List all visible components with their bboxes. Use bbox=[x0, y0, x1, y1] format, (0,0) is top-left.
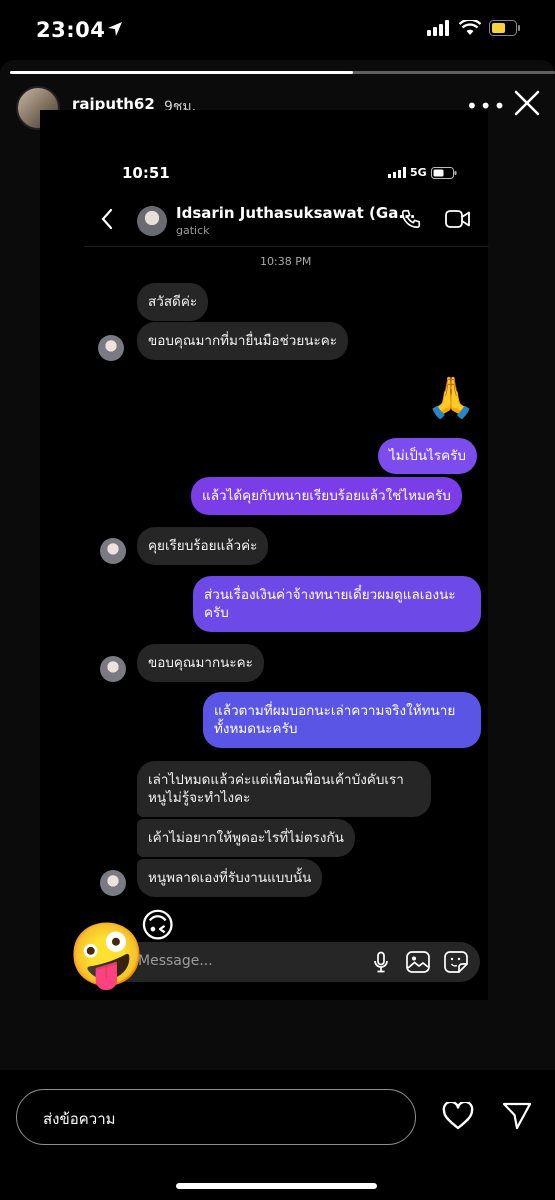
message-received[interactable]: หนูพลาดเองที่รับงานแบบนั้น bbox=[137, 859, 323, 897]
chat-name[interactable]: Idsarin Juthasuksawat (Ga... bbox=[176, 204, 415, 222]
message-received[interactable]: สวัสดีค่ะ bbox=[137, 283, 209, 321]
message-received[interactable]: เล่าไปหมดแล้วค่ะแต่เพื่อนเพื่อนเค้าบังคั… bbox=[137, 761, 431, 817]
back-arrow-icon[interactable] bbox=[100, 208, 114, 234]
embedded-status-time: 10:51 bbox=[122, 164, 170, 182]
embedded-battery-icon bbox=[430, 166, 457, 179]
battery-icon bbox=[489, 20, 521, 40]
message-received[interactable]: ขอบคุณมากนะคะ bbox=[137, 644, 264, 682]
embedded-signal-icon bbox=[388, 167, 406, 178]
chat-header: Idsarin Juthasuksawat (Ga... gatick bbox=[40, 196, 488, 246]
chat-handle: gatick bbox=[176, 224, 210, 237]
message-received[interactable]: ขอบคุณมากที่มายื่นมือช่วยนะคะ bbox=[137, 322, 349, 360]
message-sent[interactable]: แล้วตามที่ผมบอกนะเล่าความจริงให้ทนาย ทั้… bbox=[203, 692, 481, 748]
message-received[interactable]: คุยเรียบร้อยแล้วค่ะ bbox=[137, 527, 269, 565]
embedded-status-icons: 5G bbox=[388, 166, 457, 179]
sender-avatar bbox=[98, 335, 124, 361]
microphone-icon[interactable] bbox=[372, 951, 390, 977]
sticker-icon[interactable] bbox=[444, 951, 468, 977]
message-received[interactable]: เค้าไม่อยากให้พูดอะไรที่ไม่ตรงกัน bbox=[137, 819, 355, 857]
message-sent[interactable]: แล้วได้คุยกับทนายเรียบร้อยแล้วใช่ไหมครับ bbox=[191, 477, 462, 515]
wifi-icon bbox=[458, 18, 482, 40]
location-arrow-icon bbox=[106, 20, 124, 42]
heart-icon[interactable] bbox=[442, 1100, 474, 1134]
message-line: ทั้งหมดนะครับ bbox=[214, 721, 298, 737]
cellular-signal-icon bbox=[427, 20, 451, 40]
message-input-placeholder[interactable]: Message... bbox=[138, 953, 213, 969]
close-icon[interactable] bbox=[512, 88, 542, 122]
message-sent[interactable]: ไม่เป็นไรครับ bbox=[378, 438, 477, 474]
sender-avatar bbox=[100, 656, 126, 682]
phone-call-icon[interactable] bbox=[400, 208, 422, 234]
embedded-network-label: 5G bbox=[410, 166, 427, 179]
chat-date-label: 10:38 PM bbox=[260, 255, 312, 268]
message-composer[interactable]: Message... bbox=[90, 942, 480, 982]
header-divider bbox=[84, 246, 489, 247]
message-line: แล้วตามที่ผมบอกนะเล่าความจริงให้ทนาย bbox=[214, 703, 456, 719]
message-line: หนูไม่รู้จะทำไงคะ bbox=[148, 790, 251, 806]
status-time: 23:04 bbox=[36, 18, 106, 42]
video-call-icon[interactable] bbox=[445, 209, 471, 233]
embedded-screenshot: 10:51 5G Idsarin Juthasuksawat (Ga... ga… bbox=[40, 110, 489, 1000]
sender-avatar bbox=[100, 538, 126, 564]
message-sent[interactable]: ส่วนเรื่องเงินค่าจ้างทนายเดี๋ยวผมดูแลเอง… bbox=[193, 576, 481, 632]
story-sticker-emoji: 🤪 bbox=[68, 918, 146, 991]
story-progress-fill bbox=[10, 71, 354, 74]
chat-avatar[interactable] bbox=[137, 206, 167, 236]
message-line: ส่วนเรื่องเงินค่าจ้างทนายเดี๋ยวผมดูแลเอง… bbox=[204, 587, 456, 603]
story-progress-bar bbox=[10, 71, 555, 74]
reply-placeholder[interactable]: ส่งข้อความ bbox=[43, 1107, 116, 1131]
message-line: เล่าไปหมดแล้วค่ะแต่เพื่อนเพื่อนเค้าบังคั… bbox=[148, 772, 404, 788]
gallery-icon[interactable] bbox=[406, 951, 430, 977]
send-icon[interactable] bbox=[502, 1102, 532, 1134]
home-indicator bbox=[176, 1183, 377, 1189]
message-received-emoji[interactable]: 🙃 bbox=[140, 906, 175, 944]
status-icons bbox=[427, 18, 521, 40]
message-line: ครับ bbox=[204, 605, 229, 621]
reply-input[interactable]: ส่งข้อความ bbox=[16, 1089, 416, 1145]
message-sent-emoji[interactable]: 🙏 bbox=[426, 374, 476, 421]
sender-avatar bbox=[100, 870, 126, 896]
